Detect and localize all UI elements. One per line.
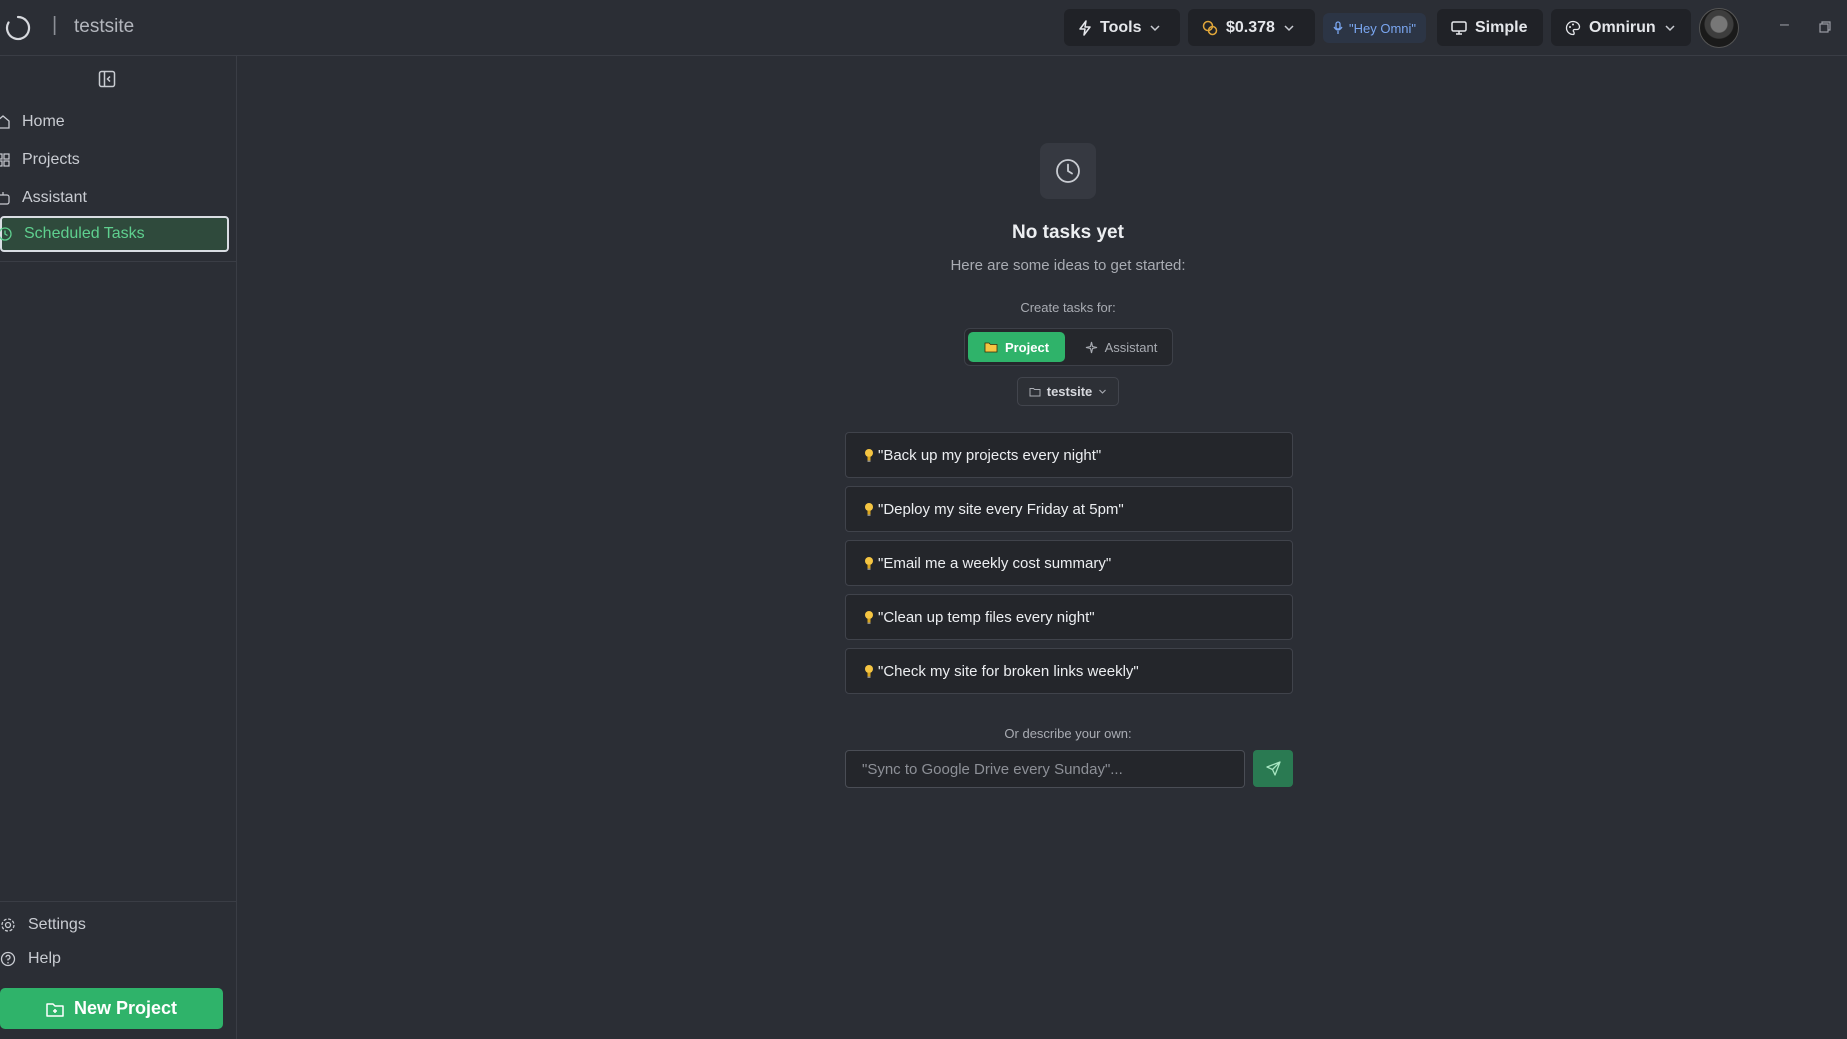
sidebar-collapse-icon[interactable] (98, 70, 116, 88)
cost-label: $0.378 (1226, 18, 1275, 36)
sidebar-item-label: Home (22, 113, 65, 130)
task-description-input[interactable] (845, 750, 1245, 788)
idea-text: "Back up my projects every night" (878, 446, 1102, 464)
sidebar-item-assistant[interactable]: Assistant (0, 180, 229, 216)
sidebar-item-label: Assistant (22, 189, 87, 206)
idea-suggestion[interactable]: "Back up my projects every night" (845, 432, 1293, 478)
help-circle-icon (0, 951, 16, 967)
segment-assistant-button[interactable]: Assistant (1073, 332, 1169, 362)
new-project-label: New Project (73, 998, 178, 1018)
folder-plus-icon (46, 1002, 64, 1017)
idea-suggestion[interactable]: "Check my site for broken links weekly" (845, 648, 1293, 694)
lightbulb-icon (865, 502, 873, 516)
clock-icon (0, 227, 12, 241)
coins-icon (1202, 20, 1218, 35)
lightbulb-icon (865, 556, 873, 570)
sidebar: Home Projects Assistant Scheduled Tasks … (0, 56, 237, 1039)
help-link[interactable]: Help (0, 945, 61, 973)
sidebar-divider (0, 901, 236, 902)
main-content: No tasks yet Here are some ideas to get … (237, 56, 1847, 1039)
sidebar-item-home[interactable]: Home (0, 104, 229, 140)
sparkles-icon (1085, 341, 1097, 353)
segment-project-label: Project (1004, 339, 1050, 355)
lightbulb-icon (865, 610, 873, 624)
help-label: Help (28, 950, 61, 967)
idea-text: "Clean up temp files every night" (878, 608, 1095, 626)
describe-own-label: Or describe your own: (1004, 726, 1132, 741)
title-separator: | (52, 14, 58, 36)
chevron-down-icon (1284, 24, 1294, 31)
lightning-icon (1079, 19, 1091, 36)
settings-label: Settings (28, 916, 86, 933)
new-project-button[interactable]: New Project (0, 988, 223, 1029)
idea-suggestion[interactable]: "Email me a weekly cost summary" (845, 540, 1293, 586)
chevron-down-icon (1665, 24, 1675, 31)
segment-project-button[interactable]: Project (968, 332, 1065, 362)
app-logo-icon (5, 15, 31, 41)
segment-assistant-label: Assistant (1104, 339, 1158, 355)
create-tasks-label: Create tasks for: (1020, 300, 1116, 315)
restore-window-icon[interactable] (1819, 21, 1831, 33)
sidebar-item-label: Projects (22, 151, 80, 168)
lightbulb-icon (865, 448, 873, 462)
minimize-icon[interactable]: – (1780, 16, 1789, 34)
sidebar-item-projects[interactable]: Projects (0, 142, 229, 178)
idea-text: "Check my site for broken links weekly" (878, 662, 1139, 680)
mode-label: Simple (1475, 18, 1528, 36)
project-select[interactable]: testsite (1017, 377, 1119, 406)
user-avatar[interactable] (1699, 8, 1739, 48)
mode-button[interactable]: Simple (1437, 9, 1543, 46)
idea-text: "Email me a weekly cost summary" (878, 554, 1112, 572)
tools-button[interactable]: Tools (1064, 9, 1180, 46)
tools-label: Tools (1100, 18, 1142, 36)
sidebar-item-label: Scheduled Tasks (24, 225, 145, 242)
empty-state-title: No tasks yet (1012, 222, 1124, 243)
empty-state-icon-box (1040, 143, 1096, 199)
sidebar-divider (0, 261, 236, 262)
microphone-icon (1333, 21, 1343, 34)
theme-label: Omnirun (1589, 18, 1656, 36)
voice-activation-badge[interactable]: "Hey Omni" (1323, 13, 1427, 43)
folder-icon (1029, 387, 1041, 396)
send-icon (1265, 761, 1281, 776)
monitor-icon (1451, 20, 1467, 35)
chevron-down-icon (1099, 389, 1107, 394)
project-title: testsite (74, 16, 135, 37)
gear-icon (1, 918, 15, 932)
grid-icon (0, 153, 10, 167)
sidebar-item-scheduled-tasks[interactable]: Scheduled Tasks (0, 216, 229, 252)
palette-icon (1565, 20, 1581, 35)
empty-state-subtitle: Here are some ideas to get started: (950, 257, 1186, 274)
home-icon (0, 115, 10, 129)
chevron-down-icon (1150, 24, 1161, 31)
bot-icon (0, 192, 10, 205)
lightbulb-icon (865, 664, 873, 678)
idea-text: "Deploy my site every Friday at 5pm" (878, 500, 1124, 518)
send-button[interactable] (1253, 750, 1293, 787)
clock-icon (1056, 159, 1080, 183)
idea-suggestion[interactable]: "Deploy my site every Friday at 5pm" (845, 486, 1293, 532)
task-target-toggle: Project Assistant (964, 328, 1173, 366)
voice-label: "Hey Omni" (1349, 20, 1417, 36)
folder-icon (984, 342, 998, 353)
cost-button[interactable]: $0.378 (1188, 9, 1315, 46)
settings-link[interactable]: Settings (0, 911, 86, 939)
top-bar: | testsite Tools $0.378 "Hey Omni" Simpl… (0, 0, 1847, 56)
theme-button[interactable]: Omnirun (1551, 9, 1691, 46)
selected-project-label: testsite (1046, 384, 1093, 399)
idea-suggestion[interactable]: "Clean up temp files every night" (845, 594, 1293, 640)
